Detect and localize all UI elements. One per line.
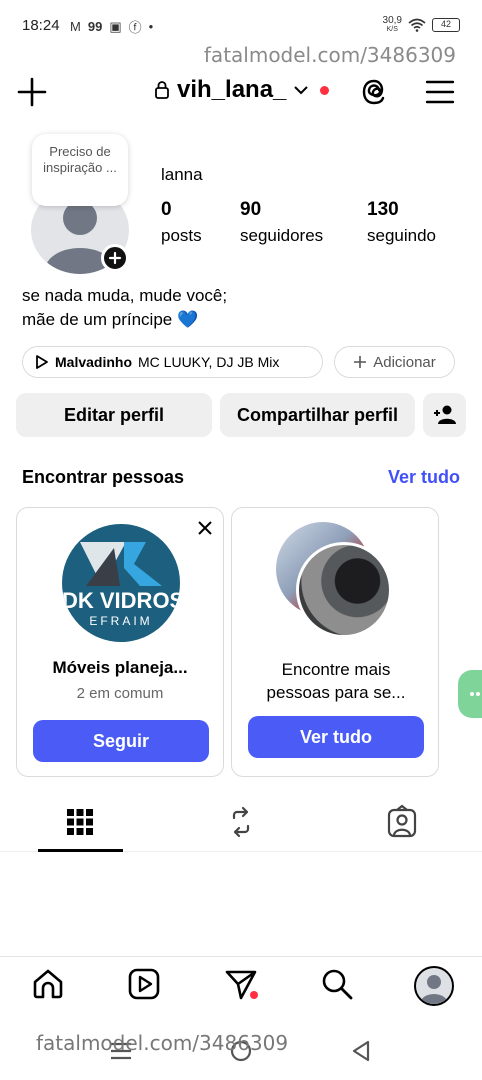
- bottom-nav: [0, 956, 482, 1020]
- add-person-icon: [433, 405, 456, 424]
- dots-icon: [470, 692, 480, 696]
- watermark: fatalmodel.com/3486309: [36, 1031, 289, 1055]
- edit-profile-button[interactable]: Editar perfil: [16, 393, 212, 437]
- chevron-down-icon: [294, 86, 309, 95]
- stat-posts[interactable]: 0 posts: [161, 199, 202, 246]
- menu-icon[interactable]: [424, 76, 456, 108]
- battery-icon: 42: [432, 18, 460, 32]
- network-speed: 30,9 K/S: [382, 15, 402, 34]
- stat-followers[interactable]: 90 seguidores: [240, 199, 323, 246]
- bio: se nada muda, mude você; mãe de um prínc…: [22, 284, 227, 332]
- notification-icons: M 99 ▣ ⓕ •: [70, 17, 153, 36]
- profile-tab-avatar[interactable]: [414, 966, 454, 1006]
- wifi-icon: [408, 18, 426, 32]
- active-tab-indicator: [38, 849, 123, 852]
- see-all-link[interactable]: Ver tudo: [388, 467, 460, 488]
- notification-dot: [320, 85, 330, 95]
- suggestion-avatar[interactable]: DK VIDROS EFRAIM: [62, 524, 180, 642]
- song-artist: MC LUUKY, DJ JB Mix: [138, 354, 280, 370]
- see-more-card: Encontre mais pessoas para se... Ver tud…: [231, 507, 439, 777]
- close-icon[interactable]: [197, 520, 213, 536]
- suggestion-name: Móveis planeja...: [52, 658, 188, 677]
- grid-icon[interactable]: [62, 804, 98, 840]
- status-time: 18:24: [22, 17, 60, 34]
- more-dot-icon: •: [148, 19, 154, 34]
- tagged-icon[interactable]: [384, 804, 420, 840]
- search-icon[interactable]: [320, 967, 354, 1001]
- system-indicators: 30,9 K/S 42: [383, 16, 460, 34]
- gmail-icon: M: [70, 19, 81, 34]
- floating-handle[interactable]: [458, 670, 482, 718]
- content-tabs: [0, 800, 482, 852]
- see-more-text: Encontre mais pessoas para se...: [266, 660, 406, 702]
- people-avatar: [296, 542, 392, 638]
- song-title: Malvadinho: [55, 354, 133, 370]
- profile-header: vih_lana_: [0, 70, 482, 114]
- plus-icon: [354, 356, 367, 368]
- section-title: Encontrar pessoas: [22, 467, 185, 487]
- avatar-icon: [420, 975, 448, 1004]
- lock-icon: [155, 81, 169, 99]
- app-icon: ▣: [109, 18, 122, 34]
- discover-people-button[interactable]: [423, 393, 466, 437]
- facebook-icon: ⓕ: [128, 20, 142, 35]
- back-icon[interactable]: [348, 1038, 374, 1064]
- username: vih_lana_: [177, 76, 287, 103]
- add-button[interactable]: Adicionar: [334, 346, 455, 378]
- share-profile-button[interactable]: Compartilhar perfil: [220, 393, 415, 437]
- display-name: lanna: [161, 165, 203, 184]
- suggestion-card: DK VIDROS EFRAIM Móveis planeja... 2 em …: [16, 507, 224, 777]
- reposts-icon[interactable]: [223, 804, 259, 840]
- watermark: fatalmodel.com/3486309: [203, 43, 456, 67]
- reels-icon[interactable]: [127, 967, 161, 1001]
- threads-icon[interactable]: [358, 76, 390, 108]
- send-icon[interactable]: [224, 967, 258, 1001]
- app-99-icon: 99: [87, 19, 103, 34]
- plus-icon: [108, 251, 122, 265]
- note-bubble[interactable]: Preciso de inspiração ...: [32, 134, 128, 206]
- see-all-button[interactable]: Ver tudo: [248, 716, 424, 758]
- profile-music[interactable]: Malvadinho MC LUUKY, DJ JB Mix: [22, 346, 323, 378]
- follow-button[interactable]: Seguir: [33, 720, 209, 762]
- account-switcher[interactable]: vih_lana_: [154, 76, 330, 104]
- add-story-button[interactable]: [101, 244, 129, 272]
- play-icon: [36, 355, 48, 369]
- logo-text: DK VIDROS: [62, 588, 180, 613]
- logo-subtext: EFRAIM: [89, 614, 153, 628]
- create-plus-icon[interactable]: [16, 76, 48, 108]
- home-icon[interactable]: [31, 967, 65, 1001]
- stat-following[interactable]: 130 seguindo: [367, 199, 436, 246]
- bio-line: se nada muda, mude você;: [22, 286, 228, 305]
- bio-line: mãe de um príncipe 💙: [22, 310, 199, 329]
- mutual-count: 2 em comum: [76, 685, 164, 702]
